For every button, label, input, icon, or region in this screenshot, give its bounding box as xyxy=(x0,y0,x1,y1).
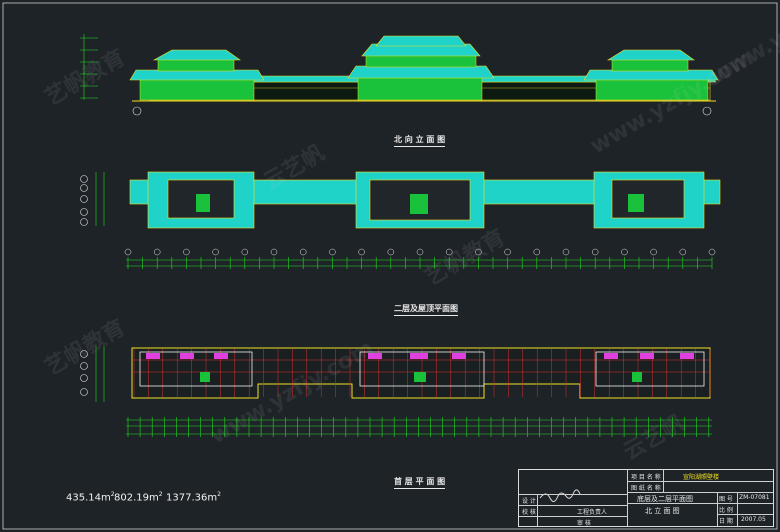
axis-bubble xyxy=(241,248,249,256)
axis-bubble xyxy=(504,248,511,256)
axis-bubble xyxy=(153,248,161,256)
scale-label: 比 例 xyxy=(719,507,733,514)
review-label: 审 核 xyxy=(577,520,591,527)
ground-floor-plan xyxy=(80,346,712,437)
axis-bubble xyxy=(183,248,190,256)
axis-bubble xyxy=(212,248,219,256)
drawing-name-2: 北 立 面 图 xyxy=(645,507,680,515)
axis-bubble xyxy=(358,248,365,256)
axis-bubble xyxy=(475,248,482,256)
upper-plan-caption: 二层及屋顶平面图 xyxy=(394,303,458,316)
level-marks xyxy=(80,34,98,100)
title-block: 项 目 名 称 宣阳湖照壁楼 图 纸 名 称 底层及二层平面图 北 立 面 图 … xyxy=(518,469,774,527)
ground-plan-caption: 首 层 平 面 图 xyxy=(394,476,446,489)
area-1: 435.14m2 xyxy=(66,491,115,504)
axis-bubble xyxy=(621,248,628,256)
upper-floor-roof-plan xyxy=(80,171,721,269)
date-label: 日 期 xyxy=(719,518,733,525)
axis-bubble xyxy=(562,248,570,256)
area-2: 802.19m2 xyxy=(114,491,163,504)
left-pavilion xyxy=(129,49,265,101)
center-pavilion xyxy=(347,35,495,101)
drawing-label: 图 纸 名 称 xyxy=(631,485,661,492)
date: 2007.05 xyxy=(741,516,766,523)
axis-bubble xyxy=(650,248,657,256)
axis-bubble xyxy=(591,248,599,256)
sheet-no: ZM-07081 xyxy=(739,494,770,501)
axis-bubble xyxy=(445,248,453,256)
project-name: 宣阳湖照壁楼 xyxy=(683,474,720,481)
elevation-caption: 北 向 立 面 图 xyxy=(394,134,446,147)
axis-bubble xyxy=(708,248,716,256)
project-label: 项 目 名 称 xyxy=(631,474,661,481)
axis-bubble xyxy=(533,248,541,256)
drawing-frame xyxy=(2,2,778,530)
drawing-name-1: 底层及二层平面图 xyxy=(637,495,693,503)
axis-bubble xyxy=(329,248,336,256)
design-label: 设 计 xyxy=(522,498,536,505)
sheet-no-label: 图 号 xyxy=(719,496,733,503)
check-label: 校 核 xyxy=(522,509,536,516)
right-pavilion xyxy=(583,49,719,101)
area-3: 1377.36m2 xyxy=(166,491,221,504)
axis-bubble xyxy=(270,248,278,256)
axis-bubble xyxy=(299,248,307,256)
axis-bubble xyxy=(387,248,395,256)
axis-bubble xyxy=(124,248,132,256)
axis-bubble xyxy=(416,248,424,256)
axis-bubble xyxy=(679,248,687,256)
owner-label: 工程负责人 xyxy=(577,509,608,516)
north-elevation xyxy=(80,34,719,116)
